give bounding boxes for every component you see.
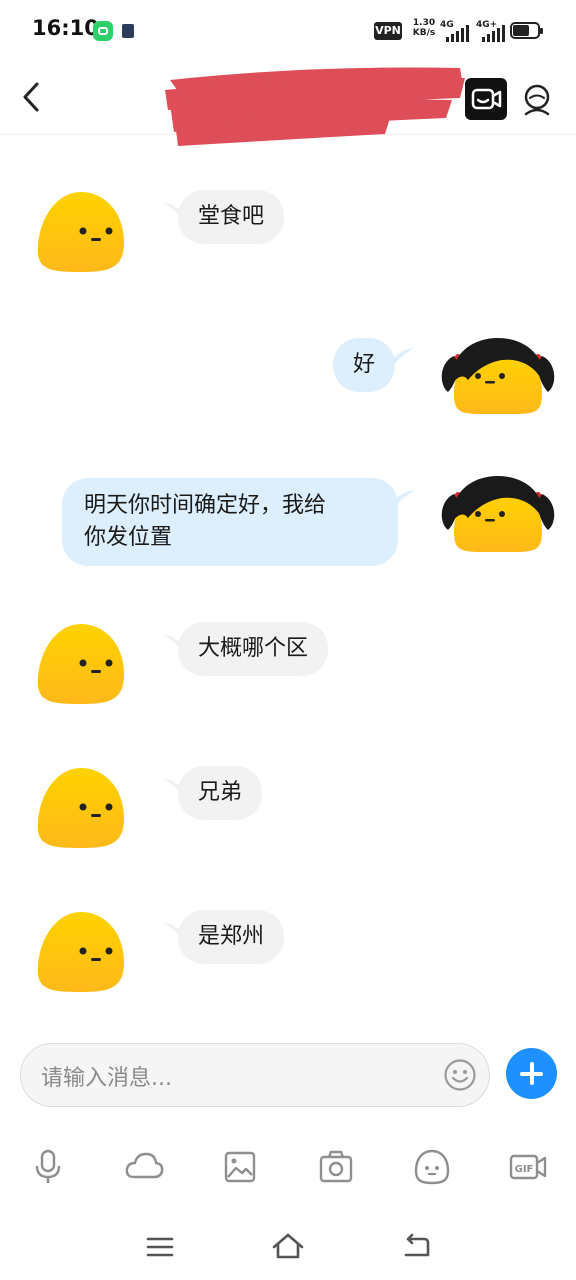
status-bar: 16:10 VPN 1.30 KB/s 4G 4G+ (0, 0, 576, 60)
user-profile-icon[interactable] (516, 80, 558, 122)
contact-avatar[interactable] (36, 622, 126, 706)
contact-avatar[interactable] (36, 910, 126, 994)
message-bubble-received[interactable]: 堂食吧 (178, 190, 285, 244)
sim1-network-type: 4G (440, 20, 454, 30)
svg-text:GIF: GIF (515, 1164, 534, 1175)
message-text: 堂食吧 (198, 204, 265, 229)
battery-icon (510, 22, 543, 39)
home-icon[interactable] (270, 1229, 306, 1265)
message-text: 是郑州 (198, 924, 265, 949)
contact-avatar[interactable] (36, 190, 126, 274)
message-text: 兄弟 (198, 780, 243, 805)
plus-icon[interactable] (506, 1048, 557, 1099)
message-text: 大概哪个区 (198, 636, 309, 661)
message-row-received: 是郑州 (0, 910, 576, 1000)
video-call-button[interactable] (465, 78, 507, 120)
cloud-icon[interactable] (122, 1145, 166, 1189)
network-speed: 1.30 KB/s (410, 18, 438, 38)
redacted-contact-name (165, 67, 465, 146)
sim2-network-type: 4G+ (476, 20, 498, 30)
chevron-left-icon[interactable] (18, 80, 48, 114)
network-speed-unit: KB/s (412, 28, 436, 38)
microphone-icon[interactable] (26, 1145, 70, 1189)
message-text-line1: 明天你时间确定好，我给 (84, 493, 327, 518)
chat-header (0, 60, 576, 146)
vpn-badge: VPN (374, 22, 402, 40)
signal-strength-sim1-icon: 4G (440, 20, 472, 42)
message-bubble-sent[interactable]: 好 (333, 338, 396, 392)
my-avatar[interactable] (438, 334, 558, 434)
network-speed-value: 1.30 (412, 18, 436, 28)
gif-icon[interactable]: GIF (506, 1145, 550, 1189)
back-icon[interactable] (398, 1229, 434, 1265)
message-bubble-received[interactable]: 大概哪个区 (178, 622, 329, 676)
menu-icon[interactable] (142, 1229, 178, 1265)
chat-app-notification-icon (93, 21, 113, 41)
my-avatar[interactable] (438, 472, 558, 572)
emoji-icon[interactable] (443, 1058, 477, 1092)
message-text-line2: 你发位置 (84, 525, 173, 550)
message-row-sent: 好 (0, 336, 576, 436)
camera-icon[interactable] (314, 1145, 358, 1189)
message-bubble-sent[interactable]: 明天你时间确定好，我给 你发位置 (62, 478, 398, 566)
message-row-received: 大概哪个区 (0, 622, 576, 712)
signal-strength-sim2-icon: 4G+ (476, 20, 508, 42)
app-notification-icon (122, 24, 134, 38)
message-row-received: 堂食吧 (0, 190, 576, 280)
message-input-placeholder: 请输入消息... (41, 1066, 172, 1091)
contact-avatar[interactable] (36, 766, 126, 850)
system-navigation-bar (0, 1225, 576, 1269)
input-toolbar: GIF (0, 1145, 576, 1189)
message-row-received: 兄弟 (0, 766, 576, 856)
status-time: 16:10 (32, 16, 99, 40)
message-input[interactable]: 请输入消息... (20, 1043, 490, 1107)
message-row-sent: 明天你时间确定好，我给 你发位置 (0, 476, 576, 578)
message-text: 好 (353, 352, 376, 377)
face-sticker-icon[interactable] (410, 1145, 454, 1189)
video-call-icon (471, 88, 502, 110)
message-bubble-received[interactable]: 兄弟 (178, 766, 263, 820)
message-bubble-received[interactable]: 是郑州 (178, 910, 285, 964)
image-icon[interactable] (218, 1145, 262, 1189)
